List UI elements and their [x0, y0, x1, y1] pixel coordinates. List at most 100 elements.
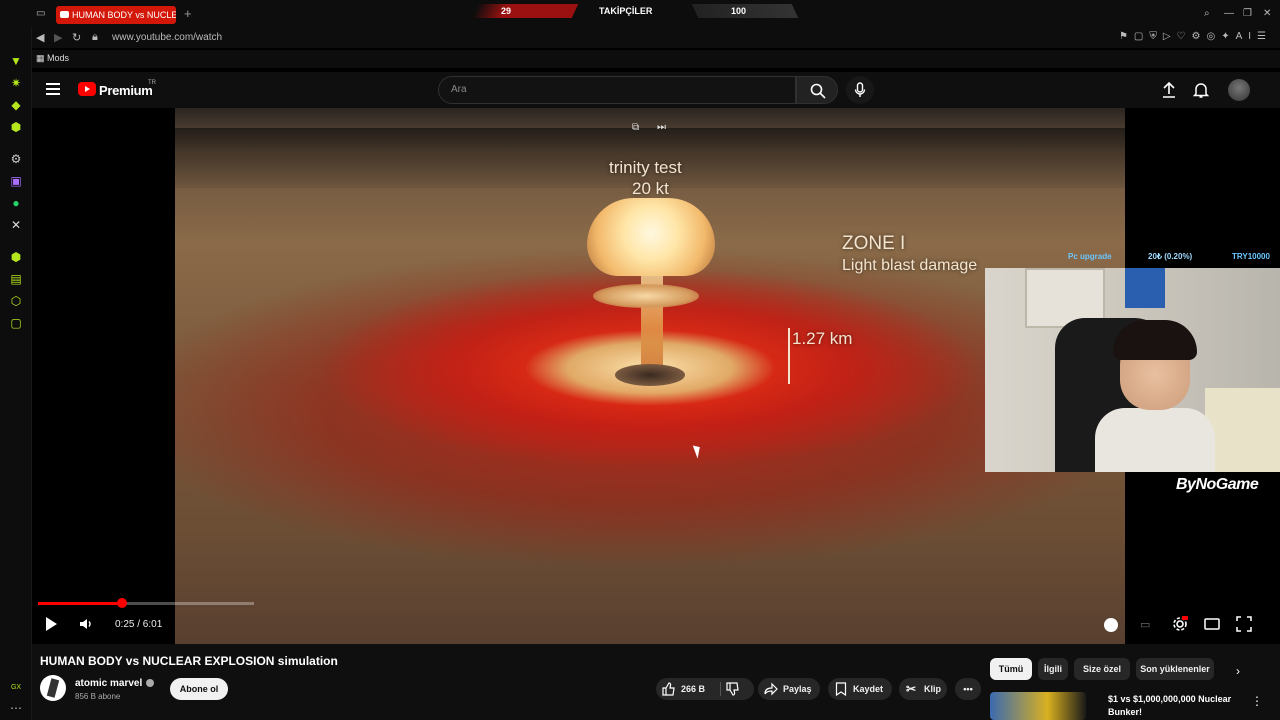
chevron-right-icon[interactable]: ›	[1236, 664, 1240, 678]
like-icon[interactable]	[662, 682, 676, 696]
gx-stats-right-value: 100	[731, 6, 747, 16]
save-label: Kaydet	[853, 684, 884, 694]
search-icon	[810, 83, 826, 99]
tab-youtube[interactable]: HUMAN BODY vs NUCLEA	[56, 6, 176, 24]
fullscreen-icon[interactable]	[1236, 616, 1252, 632]
youtube-favicon-icon	[60, 11, 69, 18]
tab-title: HUMAN BODY vs NUCLEA	[72, 10, 176, 20]
upload-icon[interactable]	[1161, 81, 1177, 99]
bookmark-label: Mods	[47, 53, 70, 63]
gx-cleaner-icon[interactable]: ◆	[8, 97, 24, 113]
goal-progress: 20₺ (0.20%)	[1148, 252, 1193, 261]
theater-mode-icon[interactable]	[1204, 616, 1220, 632]
video-title: HUMAN BODY vs NUCLEAR EXPLOSION simulati…	[40, 654, 338, 668]
like-count[interactable]: 266 B	[681, 678, 705, 700]
gx-square-icon[interactable]: ▢	[8, 315, 24, 331]
gx-stats-left-value: 29	[501, 6, 512, 16]
kebab-menu-icon[interactable]: ⋮	[1251, 694, 1263, 708]
search-tabs-icon[interactable]: ⌕	[1204, 8, 1210, 19]
zone-label: ZONE I	[842, 233, 906, 254]
share-button[interactable]: Paylaş	[758, 678, 820, 700]
recommendation-title[interactable]: $1 vs $1,000,000,000 Nuclear Bunker!	[1108, 693, 1238, 719]
gx-hex-icon[interactable]: ⬢	[8, 119, 24, 135]
chatgpt-icon[interactable]: ⚙	[8, 151, 24, 167]
share-icon	[764, 682, 778, 696]
zone-description: Light blast damage	[842, 257, 978, 274]
microphone-icon	[854, 82, 866, 97]
gx-control-icon[interactable]: ✷	[8, 75, 24, 91]
goal-target: TRY10000	[1232, 252, 1270, 261]
browser-sidebar: ◎ ▼ ✷ ◆ ⬢ ⚙ ▣ ● ✕ ⬢ ▤ ⬡ ▢ GX ⋯	[0, 0, 32, 720]
overlay-title: trinity test	[609, 158, 682, 177]
verified-badge-icon	[146, 679, 154, 687]
save-button[interactable]: Kaydet	[828, 678, 892, 700]
tabs-menu-icon[interactable]: ▭	[36, 8, 45, 19]
bookmark-mods[interactable]: ▦ Mods	[36, 53, 69, 64]
close-icon[interactable]: ✕	[1263, 8, 1271, 19]
notifications-bell-icon[interactable]	[1193, 81, 1209, 99]
stream-watermark: ByNoGame	[1176, 476, 1259, 493]
voice-search-button[interactable]	[846, 76, 874, 104]
subscriber-count: 856 B abone	[75, 692, 121, 701]
subscribe-button[interactable]: Abone ol	[170, 678, 228, 700]
chip-for-you[interactable]: Size özel	[1074, 658, 1130, 680]
more-icon[interactable]: ⋯	[8, 700, 24, 716]
chip-all[interactable]: Tümü	[990, 658, 1032, 680]
x-icon[interactable]: ✕	[8, 217, 24, 233]
overlay-yield: 20 kt	[632, 179, 669, 198]
clip-button[interactable]: ✂ Klip	[899, 678, 947, 700]
extension-icons[interactable]: ⚑▢⛨▷♡⚙◎✦AI☰	[1119, 31, 1272, 42]
back-icon[interactable]: ◀	[36, 31, 44, 44]
search-button[interactable]	[796, 76, 838, 104]
next-video-icon[interactable]: ⏭	[657, 122, 666, 133]
url-field[interactable]: www.youtube.com/watch	[112, 32, 222, 43]
hamburger-menu-icon[interactable]	[46, 83, 60, 95]
subtitles-icon[interactable]: ▭	[1140, 618, 1150, 631]
like-divider	[720, 682, 721, 696]
streamer-webcam	[985, 268, 1280, 472]
more-actions-button[interactable]: •••	[955, 678, 981, 700]
autoplay-toggle[interactable]	[1104, 618, 1118, 632]
settings-gear-icon[interactable]	[1172, 616, 1188, 632]
video-frame[interactable]: trinity test 20 kt ZONE I Light blast da…	[175, 108, 1125, 644]
play-icon[interactable]	[44, 616, 58, 632]
gx-cube-icon[interactable]: ⬡	[8, 293, 24, 309]
minimize-icon[interactable]: —	[1224, 8, 1234, 19]
forward-icon[interactable]: ▶	[54, 31, 62, 44]
gx-hex2-icon[interactable]: ⬢	[8, 249, 24, 265]
progress-fill	[38, 602, 122, 605]
youtube-logo-icon[interactable]	[78, 82, 96, 96]
bookmark-icon	[835, 682, 847, 696]
gx-corner-icon[interactable]: ▼	[8, 53, 24, 69]
gx-stats-bar: 29 TAKİPÇİLER 100	[471, 4, 799, 18]
progress-scrubber[interactable]	[117, 598, 127, 608]
goal-label: Pc upgrade	[1068, 252, 1112, 261]
reload-icon[interactable]: ↻	[72, 31, 81, 44]
recommendation-thumbnail[interactable]	[990, 692, 1086, 720]
miniplayer-icon[interactable]: ⧉	[632, 122, 639, 133]
channel-avatar[interactable]	[40, 675, 66, 701]
user-avatar[interactable]	[1228, 79, 1250, 101]
maximize-icon[interactable]: ❐	[1243, 8, 1252, 19]
youtube-brand[interactable]: Premium	[99, 83, 153, 98]
mushroom-cloud	[587, 198, 715, 276]
gx-box-icon[interactable]: ▤	[8, 271, 24, 287]
chip-related[interactable]: İlgili	[1038, 658, 1068, 680]
progress-bar[interactable]	[38, 598, 254, 608]
dislike-icon[interactable]	[726, 682, 740, 696]
new-tab-button[interactable]: +	[184, 6, 192, 21]
mouse-cursor-icon	[692, 443, 704, 459]
whatsapp-icon[interactable]: ●	[8, 195, 24, 211]
volume-icon[interactable]	[78, 616, 94, 632]
chip-recent[interactable]: Son yüklenenler	[1136, 658, 1214, 680]
gx-stats-left-bg	[471, 4, 579, 18]
time-display: 0:25 / 6:01	[115, 619, 163, 630]
channel-name[interactable]: atomic marvel	[75, 678, 142, 689]
webcam-person-body	[1095, 408, 1215, 472]
donation-goal-bar: Pc upgrade 20₺ (0.20%) TRY10000	[1066, 252, 1280, 262]
search-input[interactable]: Ara	[438, 76, 796, 104]
youtube-header: Premium TR Ara	[32, 72, 1280, 108]
twitch-icon[interactable]: ▣	[8, 173, 24, 189]
tab-bar: ▭ HUMAN BODY vs NUCLEA + 29 TAKİPÇİLER 1…	[0, 0, 1280, 28]
gx-stats-label: TAKİPÇİLER	[599, 6, 653, 16]
